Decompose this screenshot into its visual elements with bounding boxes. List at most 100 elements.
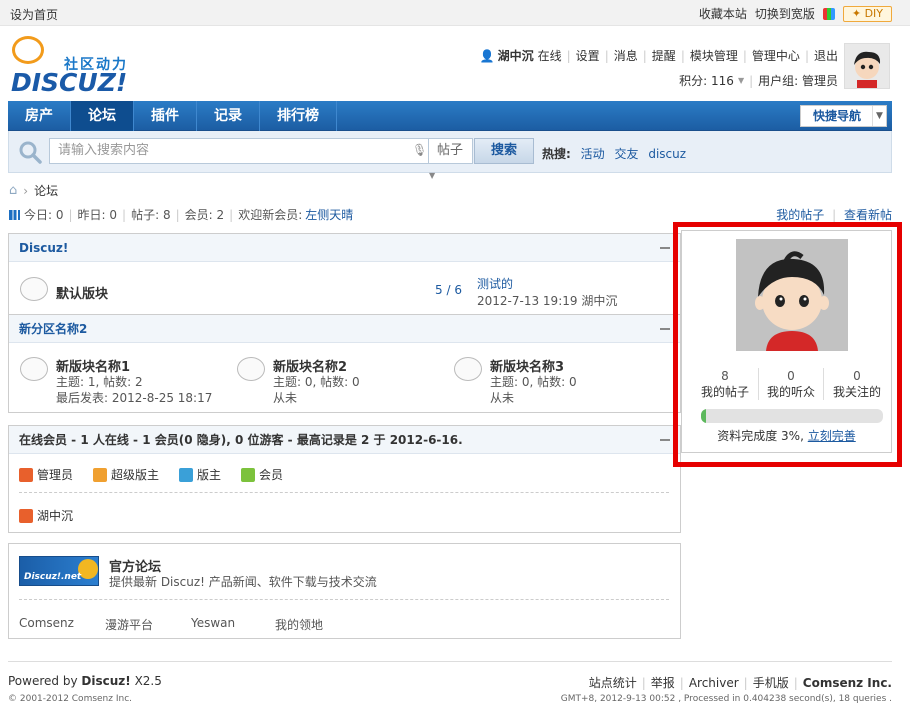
report-link[interactable]: 举报 [651, 674, 675, 691]
nav-item-forum[interactable]: 论坛 [71, 101, 134, 131]
discuz-brand-link[interactable]: Discuz! [81, 674, 130, 688]
role-admin: 管理员 [19, 466, 73, 483]
forum-stat: 主题: 0, 帖数: 0 [490, 375, 577, 389]
online-user-name[interactable]: 湖中沉 [37, 507, 73, 524]
module-manage-link[interactable]: 模块管理 [690, 47, 738, 64]
discuz-net-logo[interactable]: Discuz!.net [19, 556, 99, 586]
microphone-icon[interactable]: 🎙 [412, 143, 427, 157]
company-link[interactable]: Comsenz Inc. [803, 676, 892, 690]
forum-last: 从未 [490, 391, 515, 405]
online-title: 在线会员 - 1 人在线 - 1 会员(0 隐身), 0 位游客 - 最高记录是… [19, 433, 463, 447]
search-button[interactable]: 搜索 [474, 138, 534, 164]
mod-role-icon [179, 467, 194, 482]
user-avatar[interactable] [844, 43, 890, 89]
hot-search-label: 热搜: [542, 147, 571, 161]
divider [19, 492, 669, 493]
logout-link[interactable]: 退出 [814, 47, 838, 64]
nav-item-ranking[interactable]: 排行榜 [260, 101, 337, 131]
highlight-frame [673, 222, 902, 467]
online-members: 在线会员 - 1 人在线 - 1 会员(0 隐身), 0 位游客 - 最高记录是… [8, 425, 681, 533]
forum-stat: 主题: 0, 帖数: 0 [273, 375, 360, 389]
main-nav: 房产 论坛 插件 记录 排行榜 快捷导航 ▼ [8, 101, 892, 131]
breadcrumb-forum[interactable]: 论坛 [34, 182, 58, 199]
username-link[interactable]: 湖中沉 [498, 47, 534, 64]
forum-status-icon [454, 357, 482, 381]
admin-role-icon [19, 508, 33, 523]
mobile-link[interactable]: 手机版 [753, 674, 789, 691]
quick-nav-label: 快捷导航 [813, 109, 862, 123]
reminders-link[interactable]: 提醒 [652, 47, 676, 64]
stats-yesterday: 昨日: 0 [77, 208, 118, 222]
bookmark-link[interactable]: 收藏本站 [699, 5, 747, 22]
new-member-link[interactable]: 左侧天晴 [305, 206, 353, 223]
forum-status-icon [20, 277, 48, 301]
forum-status-icon [237, 357, 265, 381]
admin-center-link[interactable]: 管理中心 [752, 47, 800, 64]
category-title[interactable]: Discuz! [19, 241, 68, 255]
switch-wide-link[interactable]: 切换到宽版 [755, 5, 815, 22]
link-yeswan[interactable]: Yeswan [191, 616, 235, 630]
online-user[interactable]: 湖中沉 [19, 507, 73, 524]
set-homepage-link[interactable]: 设为首页 [10, 6, 58, 23]
super-mod-role-icon [93, 467, 108, 482]
usergroup-link[interactable]: 用户组: 管理员 [758, 72, 838, 89]
nav-item-records[interactable]: 记录 [197, 101, 260, 131]
settings-link[interactable]: 设置 [576, 47, 600, 64]
footer-links: 站点统计 | 举报 | Archiver | 手机版 | Comsenz Inc. [588, 674, 892, 691]
powered-by: Powered by Discuz! X2.5 [8, 674, 162, 688]
forum-stat: 主题: 1, 帖数: 2 [56, 375, 143, 389]
link-manyou[interactable]: 漫游平台 [105, 616, 153, 633]
last-post-title[interactable]: 测试的 [477, 275, 513, 292]
new-posts-link[interactable]: 查看新帖 [844, 208, 892, 222]
quick-nav-button[interactable]: 快捷导航 ▼ [800, 105, 887, 127]
skin-icon[interactable] [822, 7, 835, 20]
user-bar: 👤 湖中沉 在线 | 设置 | 消息 | 提醒 | 模块管理 | 管理中心 | 退出 [479, 47, 838, 64]
category-header: Discuz! [9, 234, 680, 262]
chevron-down-icon: ▼ [872, 106, 886, 126]
home-icon[interactable]: ⌂ [9, 183, 17, 198]
site-logo[interactable]: 社区动力 DISCUZ! [9, 36, 129, 97]
role-legend: 管理员 超级版主 版主 会员 [19, 466, 283, 483]
link-my-territory[interactable]: 我的领地 [275, 616, 323, 633]
copyright: © 2001-2012 Comsenz Inc. [8, 694, 133, 704]
category-discuz: Discuz! 默认版块 5 / 6 测试的 2012-7-13 19:19 湖… [8, 233, 681, 315]
admin-role-icon [19, 467, 33, 482]
category-new2: 新分区名称2 新版块名称1 主题: 1, 帖数: 2 最后发表: 2012-8-… [8, 315, 681, 413]
forum-last: 从未 [273, 391, 298, 405]
logo-text: DISCUZ! [11, 68, 128, 97]
points-dropdown-icon[interactable]: ▼ [738, 76, 744, 85]
category-title[interactable]: 新分区名称2 [19, 322, 87, 336]
archiver-link[interactable]: Archiver [689, 676, 739, 690]
points-link[interactable]: 积分: 116 [679, 72, 734, 89]
diy-button[interactable]: ✦ DIY [842, 5, 892, 22]
forum-status-icon [20, 357, 48, 381]
hot-search-discuz[interactable]: discuz [648, 147, 686, 161]
forum-count: 5 / 6 [435, 283, 462, 297]
user-points-bar: 积分: 116 ▼ | 用户组: 管理员 [679, 72, 838, 89]
breadcrumb: ⌂ › 论坛 [9, 182, 58, 199]
site-stats-link[interactable]: 站点统计 [589, 674, 637, 691]
search-input[interactable]: 请输入搜索内容 [49, 138, 429, 164]
collapse-icon[interactable] [660, 328, 670, 330]
top-bar: 设为首页 收藏本站 切换到宽版 ✦ DIY [0, 0, 910, 26]
role-member: 会员 [241, 466, 283, 483]
my-posts-link[interactable]: 我的帖子 [776, 208, 824, 222]
hot-search-friends[interactable]: 交友 [614, 147, 638, 161]
nav-item-realestate[interactable]: 房产 [8, 101, 71, 131]
forum-stats: 今日: 0 | 昨日: 0 | 帖子: 8 | 会员: 2 | 欢迎新会员: 左侧天晴 [9, 206, 353, 223]
link-comsenz[interactable]: Comsenz [19, 616, 74, 630]
collapse-icon[interactable] [660, 247, 670, 249]
official-forum-desc: 提供最新 Discuz! 产品新闻、软件下载与技术交流 [109, 575, 377, 589]
nav-item-plugins[interactable]: 插件 [134, 101, 197, 131]
collapse-icon[interactable] [660, 439, 670, 441]
forum-name[interactable]: 默认版块 [56, 283, 108, 302]
processing-time: GMT+8, 2012-9-13 00:52 , Processed in 0.… [560, 694, 892, 704]
user-icon: 👤 [479, 48, 495, 63]
search-type-select[interactable]: 帖子 ▼ [429, 138, 473, 180]
search-type-label: 帖子 [437, 143, 464, 158]
chevron-down-icon: ▼ [429, 171, 436, 180]
footer: Powered by Discuz! X2.5 © 2001-2012 Coms… [8, 661, 892, 704]
messages-link[interactable]: 消息 [614, 47, 638, 64]
hot-search-activity[interactable]: 活动 [581, 147, 605, 161]
search-icon [19, 141, 42, 164]
